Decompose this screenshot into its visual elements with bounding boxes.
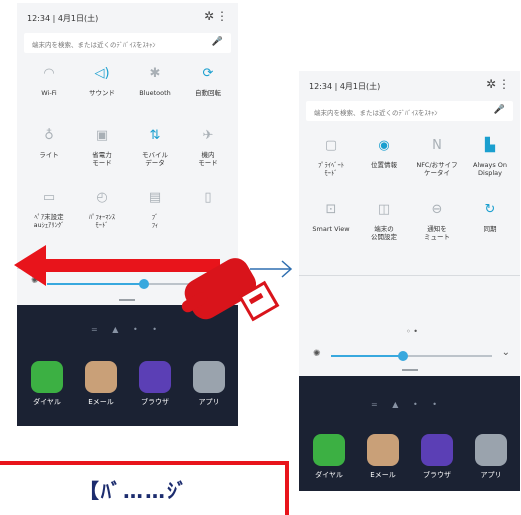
banner-text: 【ﾊﾞ……ｼﾞ bbox=[79, 479, 189, 503]
title-banner: 【ﾊﾞ……ｼﾞ bbox=[0, 461, 289, 515]
swipe-gesture-overlay bbox=[14, 245, 280, 322]
swipe-left-arrow-icon bbox=[14, 245, 220, 286]
